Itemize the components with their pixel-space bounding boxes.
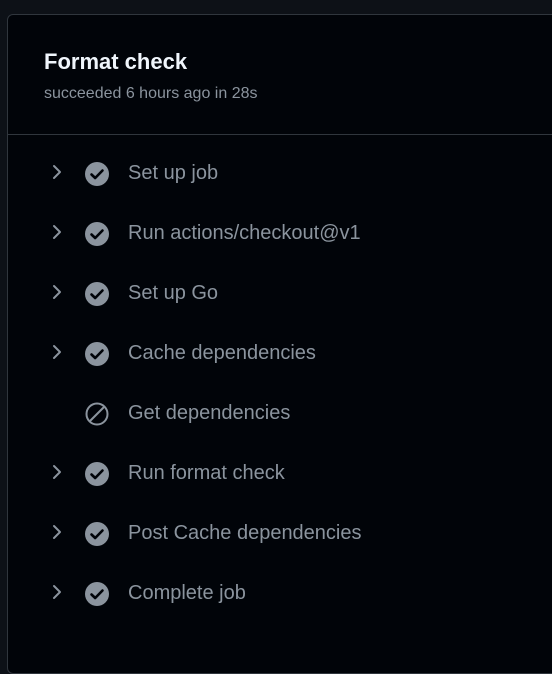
step-label: Complete job	[128, 582, 246, 604]
step-label: Post Cache dependencies	[128, 522, 362, 544]
job-panel: Format check succeeded 6 hours ago in 28…	[7, 14, 552, 674]
check-circle-fill-icon	[85, 582, 109, 606]
step-row[interactable]: Complete job	[8, 563, 552, 623]
chevron-right-icon[interactable]	[50, 584, 64, 600]
check-circle-fill-icon	[85, 522, 109, 546]
step-label: Run format check	[128, 462, 285, 484]
step-label: Get dependencies	[128, 402, 291, 424]
step-label: Set up Go	[128, 282, 219, 304]
check-circle-fill-icon	[85, 222, 109, 246]
chevron-right-icon[interactable]	[50, 224, 64, 240]
check-circle-fill-icon	[85, 282, 109, 306]
step-row[interactable]: Run actions/checkout@v1	[8, 203, 552, 263]
step-label: Cache dependencies	[128, 342, 316, 364]
chevron-right-icon[interactable]	[50, 464, 64, 480]
skip-icon	[85, 402, 109, 426]
step-row[interactable]: Set up Go	[8, 263, 552, 323]
step-row[interactable]: Set up job	[8, 143, 552, 203]
chevron-right-icon[interactable]	[50, 344, 64, 360]
chevron-right-icon[interactable]	[50, 284, 64, 300]
check-circle-fill-icon	[85, 462, 109, 486]
step-label: Run actions/checkout@v1	[128, 222, 361, 244]
chevron-right-icon[interactable]	[50, 524, 64, 540]
step-row[interactable]: Post Cache dependencies	[8, 503, 552, 563]
step-label: Set up job	[128, 162, 219, 184]
job-summary: succeeded 6 hours ago in 28s	[44, 85, 258, 102]
steps-list: Set up job Run actions/checkout@v1 Set up …	[8, 143, 552, 623]
job-title: Format check	[44, 49, 188, 74]
check-circle-fill-icon	[85, 162, 109, 186]
check-circle-fill-icon	[85, 342, 109, 366]
step-row[interactable]: Cache dependencies	[8, 323, 552, 383]
chevron-right-icon[interactable]	[50, 164, 64, 180]
step-row: Get dependencies	[8, 383, 552, 443]
step-row[interactable]: Run format check	[8, 443, 552, 503]
job-header: Format check succeeded 6 hours ago in 28…	[8, 15, 552, 135]
